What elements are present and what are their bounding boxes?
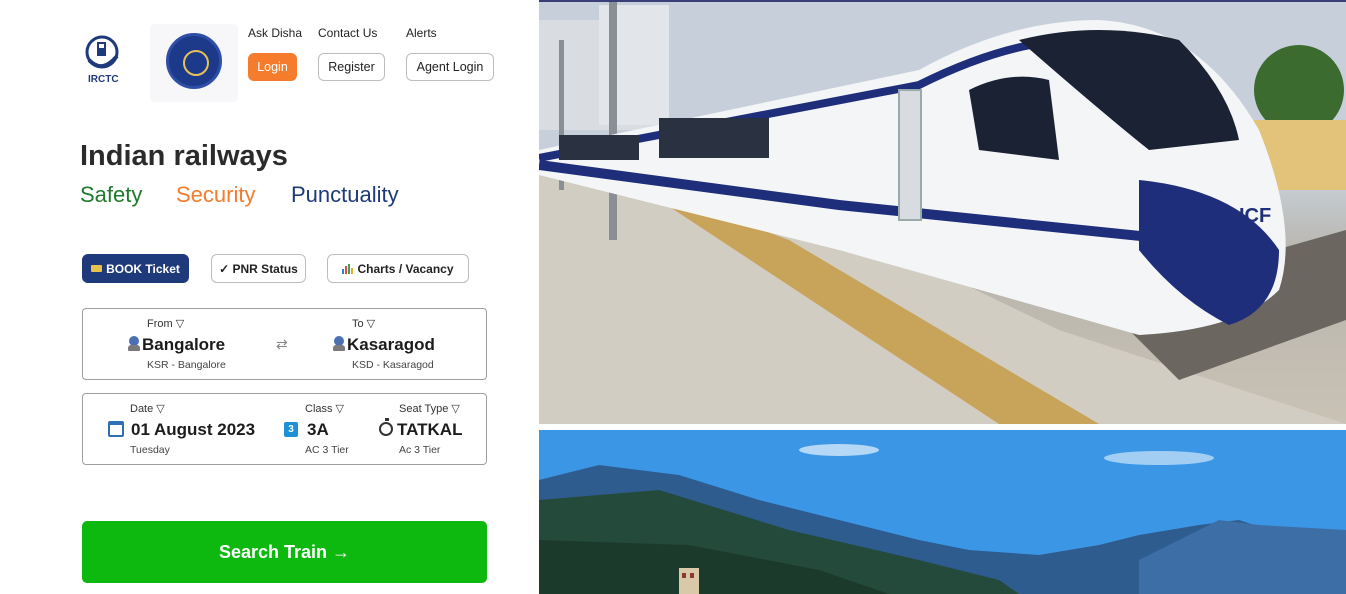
tag-punctuality: Punctuality bbox=[291, 182, 399, 207]
mountain-landscape-image bbox=[539, 430, 1346, 594]
tab-book-ticket[interactable]: BOOK Ticket bbox=[82, 254, 189, 283]
irctc-home: IRCTC Ask Disha Contact Us Alerts Login … bbox=[0, 0, 1346, 594]
irctc-logo-text: IRCTC bbox=[88, 74, 119, 85]
vande-bharat-train-image: ICF bbox=[539, 0, 1346, 424]
railways-seal-icon bbox=[166, 33, 222, 89]
class-name: AC 3 Tier bbox=[305, 444, 349, 456]
class-badge: 3 bbox=[284, 422, 298, 437]
date-label: Date ▽ bbox=[130, 403, 165, 415]
svg-text:ICF: ICF bbox=[1239, 205, 1271, 227]
tab-pnr-status[interactable]: ✓ PNR Status bbox=[211, 254, 306, 283]
agent-login-button[interactable]: Agent Login bbox=[406, 53, 494, 81]
seat-type-sub: Ac 3 Tier bbox=[399, 444, 441, 456]
tag-safety: Safety bbox=[80, 182, 143, 207]
location-pin-icon bbox=[128, 336, 140, 352]
from-label: From ▽ bbox=[147, 318, 185, 330]
from-station-value: Bangalore bbox=[142, 335, 226, 354]
from-station-code: KSR - Bangalore bbox=[147, 359, 226, 371]
seat-type-field[interactable]: TATKAL bbox=[397, 420, 462, 440]
indian-railways-logo[interactable] bbox=[150, 24, 238, 102]
calendar-icon bbox=[108, 421, 124, 437]
page-title: Indian railways bbox=[80, 140, 288, 172]
to-station-field[interactable]: Kasaragod bbox=[333, 335, 435, 355]
location-pin-icon bbox=[333, 336, 345, 352]
swap-stations-icon[interactable]: ⇄ bbox=[276, 336, 288, 353]
ticket-icon bbox=[91, 265, 103, 272]
search-train-button[interactable]: Search Train → bbox=[82, 521, 487, 583]
class-field[interactable]: 3A bbox=[307, 420, 329, 440]
seat-type-label: Seat Type ▽ bbox=[399, 403, 460, 415]
train-illustration: ICF bbox=[539, 0, 1346, 424]
to-station-code: KSD - Kasaragod bbox=[352, 359, 434, 371]
from-station-field[interactable]: Bangalore bbox=[128, 335, 225, 355]
contact-us-link[interactable]: Contact Us bbox=[318, 26, 377, 40]
date-weekday: Tuesday bbox=[130, 444, 170, 456]
ask-disha-link[interactable]: Ask Disha bbox=[248, 26, 302, 40]
stopwatch-icon bbox=[379, 418, 393, 436]
login-button[interactable]: Login bbox=[248, 53, 297, 81]
booking-panel: IRCTC Ask Disha Contact Us Alerts Login … bbox=[0, 0, 539, 594]
register-button[interactable]: Register bbox=[318, 53, 385, 81]
journey-stations-box: From ▽ Bangalore KSR - Bangalore ⇄ To ▽ … bbox=[82, 308, 487, 380]
to-label: To ▽ bbox=[352, 318, 376, 330]
journey-details-box: Date ▽ 01 August 2023 Tuesday Class ▽ 3 … bbox=[82, 393, 487, 465]
mountain-illustration bbox=[539, 430, 1346, 594]
date-field[interactable]: 01 August 2023 bbox=[131, 420, 255, 440]
alerts-link[interactable]: Alerts bbox=[406, 26, 437, 40]
irctc-logo[interactable]: IRCTC bbox=[80, 30, 128, 88]
bar-chart-icon bbox=[342, 263, 354, 274]
tab-charts-vacancy[interactable]: Charts / Vacancy bbox=[327, 254, 469, 283]
tab-book-label: BOOK Ticket bbox=[106, 261, 180, 276]
tab-charts-label: Charts / Vacancy bbox=[357, 261, 454, 276]
top-border bbox=[539, 0, 1346, 2]
tab-pnr-label: ✓ PNR Status bbox=[219, 261, 298, 276]
class-label: Class ▽ bbox=[305, 403, 345, 415]
to-station-value: Kasaragod bbox=[347, 335, 435, 354]
tag-security: Security bbox=[176, 182, 256, 207]
